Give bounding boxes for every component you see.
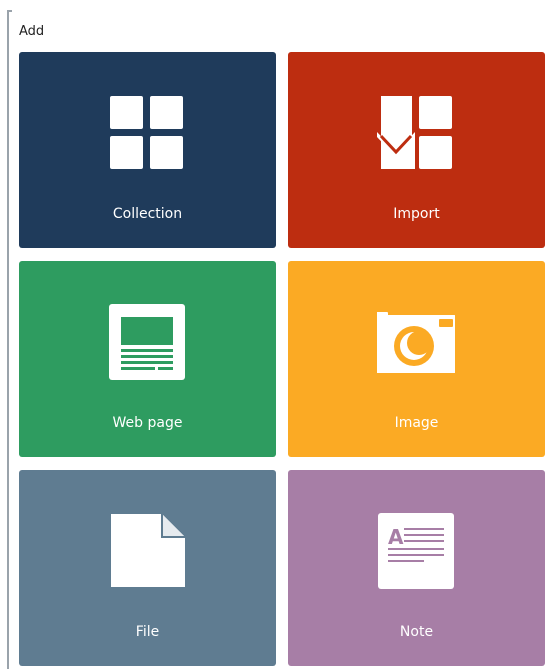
note-label: Note [399,624,434,640]
svg-text:A: A [388,525,404,549]
panel-heading: Add [19,24,45,39]
left-border-cap [7,10,12,12]
file-icon [111,514,185,587]
left-border-rule [7,10,9,669]
webpage-icon [109,304,185,380]
import-tile[interactable]: Import [288,52,545,248]
note-icon: A [378,513,454,589]
file-label: File [135,624,160,640]
collection-label: Collection [112,206,183,222]
collection-tile[interactable]: Collection [19,52,276,248]
import-label: Import [393,206,440,222]
webpage-tile[interactable]: Web page [19,261,276,457]
import-icon [377,96,452,169]
file-tile[interactable]: File [19,470,276,666]
image-label: Image [394,415,439,431]
collection-grid-icon [110,96,183,169]
image-tile[interactable]: Image [288,261,545,457]
webpage-label: Web page [112,415,183,431]
camera-icon [377,312,455,373]
note-tile[interactable]: A Note [288,470,545,666]
